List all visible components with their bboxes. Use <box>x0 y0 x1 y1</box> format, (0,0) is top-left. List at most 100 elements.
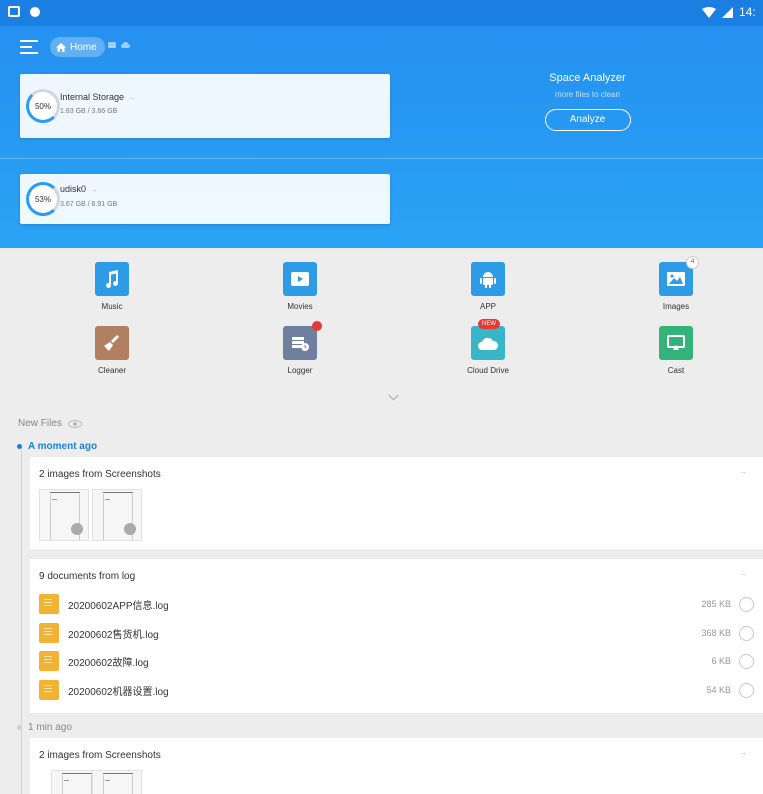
timeline-dot <box>17 444 22 449</box>
card-title: 2 images from Screenshots <box>39 750 161 761</box>
cloud-icon <box>121 42 130 48</box>
storage-name: udisk0 <box>60 184 87 194</box>
category-cast[interactable]: Cast <box>621 326 731 375</box>
category-cloud-drive[interactable]: NEW Cloud Drive <box>433 319 543 375</box>
log-file-icon <box>39 651 59 671</box>
file-name: 20200602机器设置.log <box>68 686 169 698</box>
screenshots-card[interactable]: 2 images from Screenshots → <box>30 738 763 794</box>
menu-icon[interactable] <box>20 40 38 54</box>
music-icon <box>95 262 129 296</box>
analyze-button[interactable]: Analyze <box>544 109 631 131</box>
eye-icon[interactable] <box>67 419 82 428</box>
card-title: 2 images from Screenshots <box>39 469 161 480</box>
screenshot-notification-icon <box>8 6 20 17</box>
category-label: Images <box>662 302 690 311</box>
select-checkbox[interactable] <box>739 625 754 641</box>
breadcrumb-home-label: Home <box>70 41 97 53</box>
file-size: 54 KB <box>706 685 731 695</box>
time-group-label: 1 min ago <box>17 722 72 733</box>
storage-percent: 53% <box>34 194 51 204</box>
log-file-icon <box>39 594 59 614</box>
movie-icon <box>283 262 317 296</box>
header-divider <box>0 158 763 159</box>
chevron-right-icon[interactable]: → <box>739 748 747 757</box>
analyzer-subtitle: more files to clean <box>555 90 620 99</box>
storage-size: 1.83 GB / 3.66 GB <box>60 108 118 115</box>
storage-usage-ring: 53% <box>26 182 60 216</box>
category-images[interactable]: 4 Images <box>621 256 731 311</box>
signal-icon <box>722 6 733 18</box>
file-size: 368 KB <box>701 628 731 638</box>
wifi-icon <box>702 6 716 18</box>
breadcrumb-extra <box>108 42 130 48</box>
file-size: 285 KB <box>701 599 731 609</box>
category-app[interactable]: APP <box>433 262 543 311</box>
log-file-icon <box>39 623 59 643</box>
file-size: 6 KB <box>711 656 731 666</box>
storage-size: 3.67 GB / 6.91 GB <box>60 201 118 208</box>
storage-name: Internal Storage <box>60 92 125 102</box>
image-icon: 4 <box>659 256 699 296</box>
cast-icon <box>659 326 693 360</box>
folder-icon <box>108 42 116 48</box>
category-label: Cloud Drive <box>467 366 509 375</box>
new-files-title: New Files <box>18 418 62 429</box>
select-checkbox[interactable] <box>739 653 754 669</box>
file-name: 20200602售货机.log <box>68 629 159 641</box>
clock: 14: <box>739 5 756 19</box>
udisk-storage-card[interactable]: 53% udisk0 → 3.67 GB / 6.91 GB <box>20 174 390 224</box>
storage-header: Home 50% Internal Storage → 1.83 GB / 3.6… <box>0 26 763 248</box>
chevron-right-icon[interactable]: → <box>739 467 747 476</box>
select-checkbox[interactable] <box>739 596 754 612</box>
storage-percent: 50% <box>34 101 51 111</box>
breadcrumb-home[interactable]: Home <box>50 37 105 57</box>
category-label: Cast <box>667 366 685 375</box>
cloud-icon: NEW <box>471 319 505 360</box>
notification-dot-icon <box>30 6 40 17</box>
chevron-right-icon[interactable]: → <box>739 569 747 578</box>
image-thumbnail[interactable] <box>92 770 142 794</box>
category-music[interactable]: Music <box>57 262 167 311</box>
time-group-label: A moment ago <box>17 441 97 452</box>
screenshots-card[interactable]: 2 images from Screenshots → <box>30 457 763 549</box>
category-logger[interactable]: Logger <box>245 321 355 375</box>
time-group-text: 1 min ago <box>28 722 72 733</box>
analyzer-title: Space Analyzer <box>549 72 626 84</box>
image-thumbnail[interactable] <box>39 489 89 541</box>
file-name: 20200602故障.log <box>68 657 149 669</box>
images-count-badge: 4 <box>686 256 699 269</box>
category-cleaner[interactable]: Cleaner <box>57 326 167 375</box>
new-badge: NEW <box>478 319 500 329</box>
chevron-right-icon: → <box>90 185 99 194</box>
log-file-icon <box>39 680 59 700</box>
expand-chevron-icon[interactable] <box>388 390 399 401</box>
timeline-line <box>21 446 22 794</box>
category-label: Logger <box>287 366 313 375</box>
file-name: 20200602APP信息.log <box>68 600 169 612</box>
new-files-header: New Files <box>18 418 82 429</box>
category-label: Music <box>101 302 123 311</box>
logger-badge <box>312 321 322 331</box>
image-thumbnail[interactable] <box>92 489 142 541</box>
file-row[interactable]: 20200602售货机.log 368 KB <box>39 621 754 645</box>
time-group-text: A moment ago <box>28 441 98 452</box>
android-icon <box>471 262 505 296</box>
chevron-right-icon: → <box>128 93 137 102</box>
category-movies[interactable]: Movies <box>245 262 355 311</box>
card-title: 9 documents from log <box>39 571 136 582</box>
select-checkbox[interactable] <box>739 682 754 698</box>
space-analyzer: Space Analyzer more files to clean Analy… <box>500 72 675 131</box>
file-row[interactable]: 20200602机器设置.log 54 KB <box>39 678 754 702</box>
storage-usage-ring: 50% <box>26 89 60 123</box>
broom-icon <box>95 326 129 360</box>
file-row[interactable]: 20200602故障.log 6 KB <box>39 649 754 673</box>
category-label: Movies <box>287 302 313 311</box>
file-row[interactable]: 20200602APP信息.log 285 KB <box>39 592 754 616</box>
internal-storage-card[interactable]: 50% Internal Storage → 1.83 GB / 3.66 GB <box>20 74 390 138</box>
logger-icon <box>283 321 322 360</box>
status-bar: 14: <box>0 0 763 26</box>
timeline-dot <box>17 725 22 730</box>
home-icon <box>56 42 66 52</box>
category-label: Cleaner <box>97 366 126 375</box>
documents-card[interactable]: 9 documents from log → 20200602APP信息.log… <box>30 559 763 713</box>
